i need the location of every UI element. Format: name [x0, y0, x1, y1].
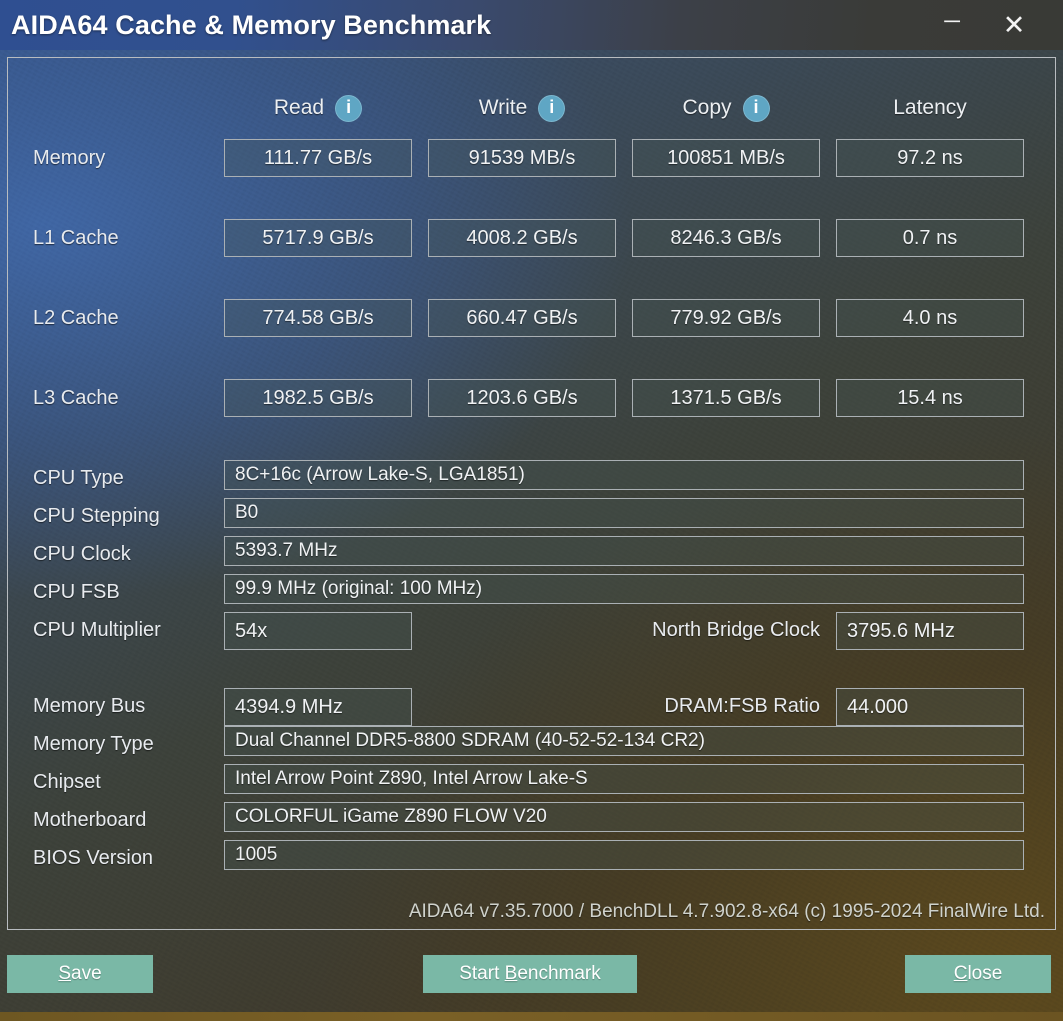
save-button-label: Save [58, 963, 102, 984]
title-bar: AIDA64 Cache & Memory Benchmark ─ ✕ [0, 0, 1063, 50]
desktop-bottom-strip [0, 1012, 1063, 1021]
window-controls: ─ ✕ [921, 0, 1063, 50]
window-title: AIDA64 Cache & Memory Benchmark [11, 9, 492, 40]
minimize-button[interactable]: ─ [921, 0, 983, 50]
close-button-label: Close [953, 963, 1003, 984]
main-panel [7, 57, 1056, 930]
close-window-button[interactable]: ✕ [983, 0, 1045, 50]
close-button[interactable]: Close [905, 955, 1051, 993]
save-button[interactable]: Save [7, 955, 153, 993]
save-button-accel: S [58, 963, 72, 984]
close-button-accel: C [953, 963, 968, 984]
start-benchmark-button-accel: B [504, 963, 518, 984]
start-benchmark-button[interactable]: Start Benchmark [423, 955, 637, 993]
start-benchmark-button-label: Start Benchmark [459, 963, 601, 984]
aida64-benchmark-window: AIDA64 Cache & Memory Benchmark ─ ✕ Read… [0, 0, 1063, 1021]
